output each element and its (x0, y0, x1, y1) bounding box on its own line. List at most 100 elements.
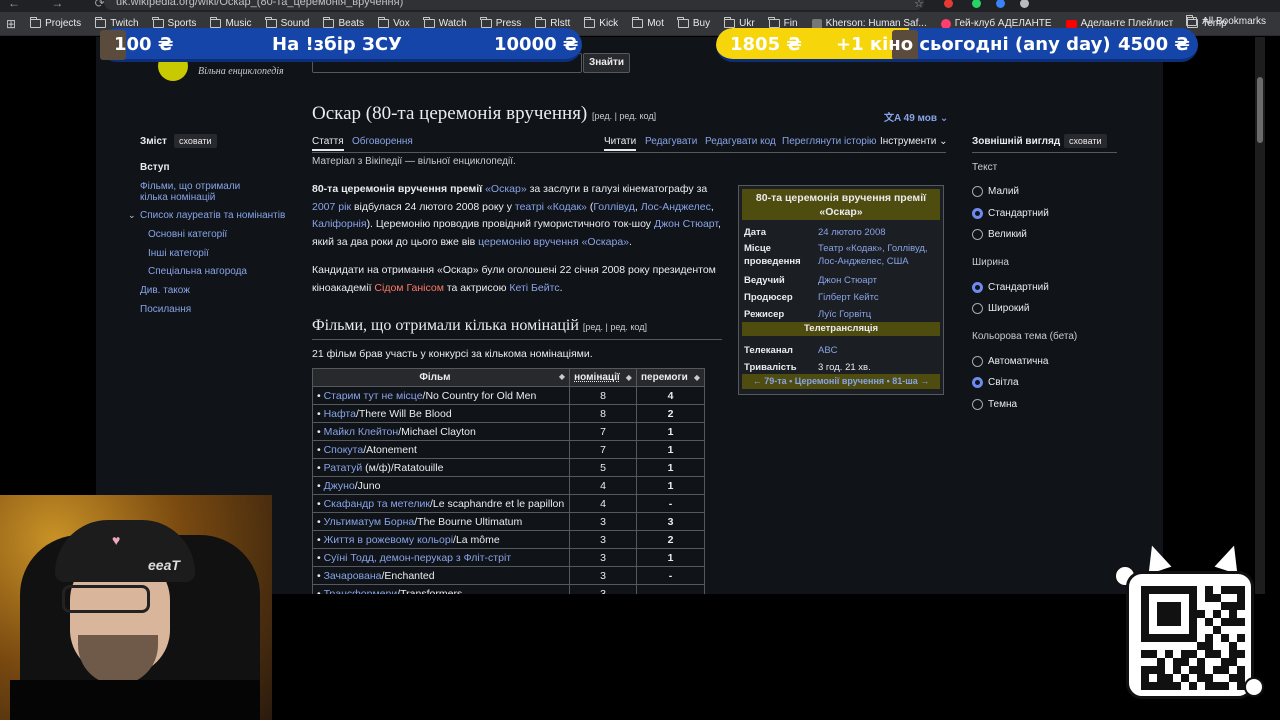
chevron-down-icon[interactable]: ⌄ (128, 210, 136, 221)
link-los-angeles[interactable]: Лос-Анджелес (641, 201, 711, 213)
toc-item-multiple-nominations[interactable]: Фільми, що отримали кілька номінацій (140, 181, 270, 203)
radio-text-small[interactable]: Малий (972, 186, 1019, 197)
toc-item-main-categories[interactable]: Основні категорії (148, 229, 227, 240)
film-link[interactable]: Суїні Тодд, демон-перукар з Фліт-стріт (324, 552, 512, 564)
extension-icon[interactable] (996, 0, 1005, 8)
infobox-value[interactable]: ABC (818, 344, 940, 357)
radio-width-wide[interactable]: Широкий (972, 303, 1029, 314)
radio-width-standard[interactable]: Стандартний (972, 282, 1049, 293)
languages-button[interactable]: 文A 49 мов ⌄ (884, 109, 948, 124)
wins-cell: 1 (636, 476, 705, 495)
film-link[interactable]: Життя в рожевому кольорі (324, 534, 453, 546)
bookmark-star-icon[interactable]: ☆ (914, 0, 924, 10)
extension-icon[interactable] (944, 0, 953, 8)
radio-theme-auto[interactable]: Автоматична (972, 356, 1048, 367)
link-kodak[interactable]: театрі «Кодак» (515, 201, 587, 213)
nominations-cell: 3 (569, 566, 637, 585)
film-original-title: /Le scaphandre et le papillon (429, 497, 565, 510)
toc-hide-button[interactable]: сховати (174, 134, 217, 148)
extension-icon[interactable] (1020, 0, 1029, 8)
tab-article[interactable]: Стаття (312, 136, 344, 151)
url-text[interactable]: uk.wikipedia.org/wiki/Оскар_(80-та_церем… (116, 0, 403, 8)
infobox-key: Продюсер (744, 292, 793, 303)
folder-icon (768, 17, 780, 28)
toc-item-special-award[interactable]: Спеціальна нагорода (148, 266, 247, 277)
toc-item-other-categories[interactable]: Інші категорії (148, 248, 209, 259)
infobox-key: Режисер (744, 309, 785, 320)
radio-theme-light[interactable]: Світла (972, 377, 1019, 388)
header-label: перемоги (641, 372, 688, 383)
link-jon-stewart[interactable]: Джон Стюарт (654, 218, 718, 230)
infobox-navigation[interactable]: ← 79-та • Церемонії вручення • 81-ша → (742, 374, 940, 389)
infobox-value[interactable]: 24 лютого 2008 (818, 226, 940, 239)
cat-ear-icon (1140, 541, 1172, 575)
tab-talk[interactable]: Обговорення (352, 136, 413, 147)
toc-item-winners[interactable]: Список лауреатів та номінантів (140, 210, 285, 221)
film-cell: • Трансформери/Transformers (312, 584, 570, 595)
film-link[interactable]: Ультиматум Борна (324, 516, 415, 528)
radio-text-standard[interactable]: Стандартний (972, 208, 1049, 219)
film-link[interactable]: Скафандр та метелик (324, 498, 430, 510)
sort-icon[interactable]: ◆ (559, 372, 565, 381)
column-header-wins[interactable]: перемоги ◆ (636, 368, 705, 387)
page-scrollbar[interactable] (1255, 37, 1265, 594)
search-button[interactable]: Знайти (583, 53, 630, 73)
tab-edit-code[interactable]: Редагувати код (705, 136, 776, 147)
film-link[interactable]: Трансформери (324, 588, 398, 595)
link-2007[interactable]: 2007 рік (312, 201, 351, 213)
extension-icon[interactable] (972, 0, 981, 8)
column-header-nominations[interactable]: номінації ◆ (569, 368, 637, 387)
nominations-cell: 5 (569, 458, 637, 477)
translate-icon: 文A (884, 113, 904, 124)
appearance-hide-button[interactable]: сховати (1064, 134, 1107, 148)
film-link[interactable]: Джуно (324, 480, 355, 492)
nominations-cell: 4 (569, 494, 637, 513)
link-ceremony[interactable]: церемонію вручення «Оскара» (478, 236, 629, 248)
bookmark-folder[interactable]: Buy (677, 17, 710, 29)
sort-icon[interactable]: ◆ (626, 373, 632, 382)
film-link[interactable]: Майкл Клейтон (324, 426, 399, 438)
link-california[interactable]: Каліфорнія (312, 218, 367, 230)
infobox-value[interactable]: Луїс Горвітц (818, 308, 940, 321)
wins-cell: 1 (636, 548, 705, 567)
radio-text-large[interactable]: Великий (972, 229, 1027, 240)
toc-item-links[interactable]: Посилання (140, 304, 191, 315)
link-oscar[interactable]: «Оскар» (485, 183, 527, 195)
link-hollywood[interactable]: Голлівуд (593, 201, 635, 213)
bookmark-label: Projects (45, 18, 82, 29)
tab-history[interactable]: Переглянути історію (782, 136, 877, 147)
sort-icon[interactable]: ◆ (694, 373, 700, 382)
radio-label: Темна (988, 399, 1018, 410)
bookmark-folder[interactable]: Projects (29, 17, 82, 29)
donation-qr-code (1114, 541, 1264, 705)
redlink-sid-ganis[interactable]: Сідом Ганісом (374, 282, 444, 294)
radio-icon (972, 186, 983, 197)
bookmark-folder[interactable]: Kick (583, 17, 618, 29)
radio-theme-dark[interactable]: Темна (972, 399, 1017, 410)
infobox-value[interactable]: Гілберт Кейтс (818, 291, 940, 304)
tab-read[interactable]: Читати (604, 136, 637, 151)
radio-label: Світла (988, 377, 1019, 388)
bookmark-folder[interactable]: Mot (631, 17, 664, 29)
address-bar-area: ← → ⟳ ⌂ uk.wikipedia.org/wiki/Оскар_(80-… (0, 0, 1280, 12)
section-edit-links[interactable]: [ред. | ред. код] (583, 322, 647, 332)
all-bookmarks[interactable]: All Bookmarks (1185, 15, 1266, 27)
tab-edit[interactable]: Редагувати (645, 136, 697, 147)
column-header-film[interactable]: Фільм ◆ (312, 368, 570, 387)
apps-grid-icon[interactable]: ⊞ (6, 17, 16, 31)
film-link[interactable]: Нафта (324, 408, 356, 420)
film-link[interactable]: Рататуй (324, 462, 363, 474)
theme-label: Кольорова тема (бета) (972, 331, 1078, 342)
film-original-title: /Atonement (363, 443, 417, 456)
film-link[interactable]: Старим тут не місце (324, 390, 423, 402)
title-edit-links[interactable]: [ред. | ред. код] (592, 111, 656, 121)
toc-item-see-also[interactable]: Див. також (140, 285, 190, 296)
link-kathy-bates[interactable]: Кеті Бейтс (509, 282, 559, 294)
toc-item-intro[interactable]: Вступ (140, 162, 170, 173)
scrollbar-thumb[interactable] (1257, 77, 1263, 143)
film-link[interactable]: Зачарована (324, 570, 382, 582)
tools-menu[interactable]: Інструменти ⌄ (880, 136, 948, 147)
infobox-value[interactable]: Театр «Кодак», Голлівуд, Лос-Анджелес, С… (818, 242, 940, 268)
film-link[interactable]: Спокута (324, 444, 364, 456)
infobox-value[interactable]: Джон Стюарт (818, 274, 940, 287)
